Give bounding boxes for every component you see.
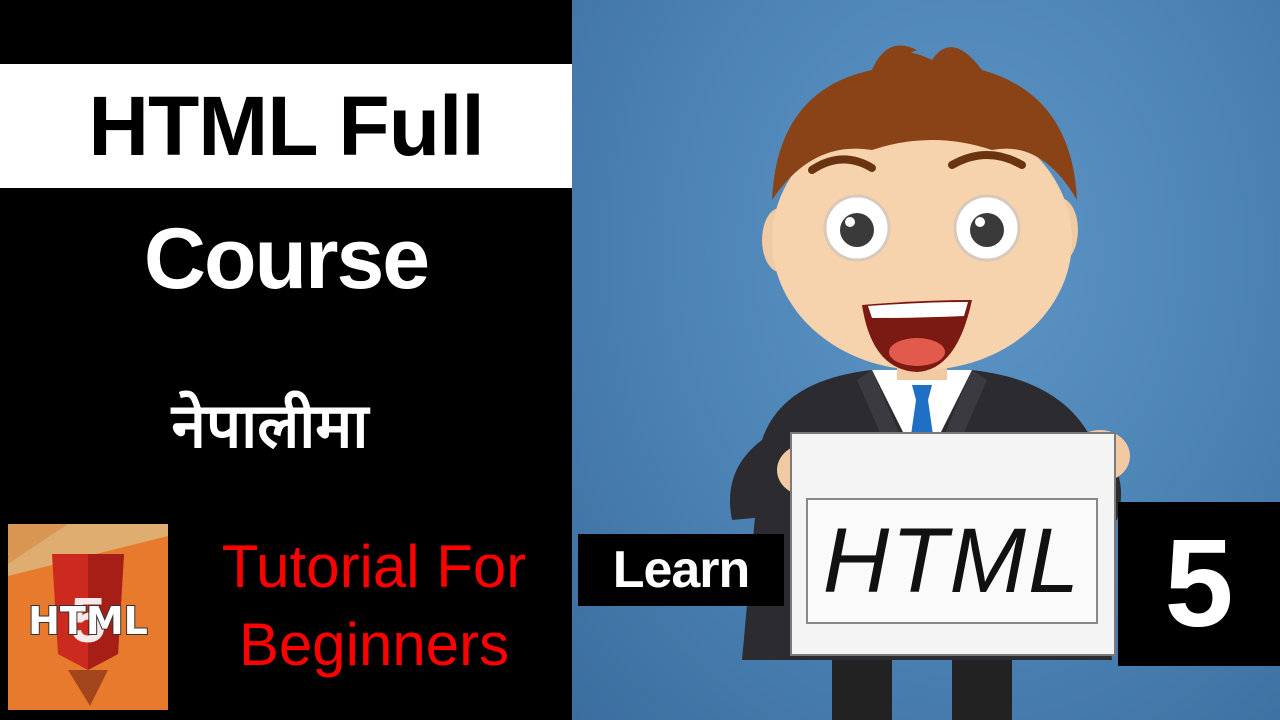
tagline-line-1: Tutorial For xyxy=(221,533,527,600)
html-sign: HTML xyxy=(790,432,1116,656)
title-nepali: नेपालीमा xyxy=(171,389,369,462)
title-line-2: Course xyxy=(143,211,430,307)
episode-number: 5 xyxy=(1164,515,1234,653)
learn-text: Learn xyxy=(612,541,751,599)
html-sign-text: HTML xyxy=(822,510,1082,612)
html5-logo-icon: 5 HTML xyxy=(8,524,168,710)
tagline: Tutorial For Beginners xyxy=(176,528,572,684)
logo-text: HTML xyxy=(28,599,148,643)
html-sign-frame: HTML xyxy=(806,498,1098,624)
left-panel: HTML Full Course नेपालीमा 5 HTML Tutoria… xyxy=(0,0,572,720)
learn-badge: Learn xyxy=(578,534,784,606)
thumbnail: HTML Full Course नेपालीमा 5 HTML Tutoria… xyxy=(0,0,1280,720)
title-line-1: HTML Full xyxy=(88,79,484,173)
tagline-line-2: Beginners xyxy=(238,611,510,678)
episode-number-badge: 5 xyxy=(1118,502,1280,666)
title-band: HTML Full xyxy=(0,64,572,188)
